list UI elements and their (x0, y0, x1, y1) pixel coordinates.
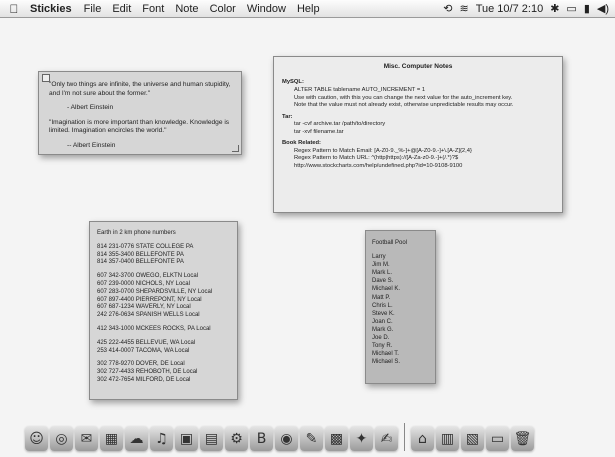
volume-icon[interactable]: ◀) (597, 2, 609, 15)
section-heading: MySQL: (282, 79, 304, 86)
pool-name: Michael K. (372, 286, 401, 293)
resize-handle[interactable] (232, 145, 239, 152)
trash-icon[interactable]: 🗑 (511, 426, 534, 451)
menu-app-name[interactable]: Stickies (30, 3, 72, 15)
phone-entry: 607 283-0700 SHEPARDSVILLE, NY Local (97, 288, 213, 295)
mail-icon[interactable]: ✉ (75, 426, 98, 451)
section-heading: Tar: (282, 113, 293, 120)
note-line: tar -xvf filename.tar (294, 128, 344, 135)
pool-name: Chris L. (372, 302, 393, 309)
sticky-note-computer-notes[interactable]: Misc. Computer Notes MySQL: ALTER TABLE … (273, 56, 563, 213)
pool-name: Matt P. (372, 294, 391, 301)
pool-name: Joan C. (372, 318, 393, 325)
sticky-note-quotes[interactable]: "Only two things are infinite, the unive… (38, 71, 242, 155)
utility-icon[interactable]: ✎ (300, 426, 323, 451)
phone-entry: 607 342-3700 OWEGO, ELKTN Local (97, 273, 199, 280)
menu-help[interactable]: Help (297, 3, 320, 15)
sync-icon[interactable]: ⟲ (443, 2, 452, 15)
pool-name: Steve K. (372, 310, 395, 317)
quote-attribution: - Albert Einstein (67, 104, 114, 112)
menu-bar:  Stickies File Edit Font Note Color Win… (0, 0, 615, 18)
folder-icon[interactable]: ▭ (486, 426, 509, 451)
pool-name: Larry (372, 254, 386, 261)
quote-attribution: -- Albert Einstein (67, 141, 116, 149)
pool-name: Michael T. (372, 351, 399, 358)
system-prefs-icon[interactable]: ⚙ (225, 426, 248, 451)
phone-entry: 607 897-4400 PIERREPONT, NY Local (97, 296, 202, 303)
dictionary-icon[interactable]: ✦ (350, 426, 373, 451)
close-icon[interactable] (42, 74, 50, 82)
battery-icon[interactable]: ▮ (584, 2, 590, 15)
photoshop-icon[interactable]: ▩ (325, 426, 348, 451)
note-line: Regex Pattern to Match Email: [A-Z0-9._%… (294, 147, 472, 154)
menu-font[interactable]: Font (142, 3, 164, 15)
ical-icon[interactable]: ▦ (100, 426, 123, 451)
phone-entry: 425 222-4455 BELLEVUE, WA Local (97, 339, 196, 346)
note-title: Football Pool (372, 240, 408, 246)
stickies-icon[interactable]: ✍ (375, 426, 398, 451)
phone-entry: 607 687-1234 WAVERLY, NY Local (97, 304, 191, 311)
pool-name: Mark G. (372, 326, 394, 333)
clock[interactable]: Tue 10/7 2:10 (476, 3, 543, 15)
menu-file[interactable]: File (84, 3, 102, 15)
pool-name: Tony R. (372, 343, 393, 350)
note-title: Earth in 2 km phone numbers (97, 230, 176, 236)
php-file-icon[interactable]: ▧ (461, 426, 484, 451)
home-folder-icon[interactable]: ⌂ (411, 426, 434, 451)
ichat-icon[interactable]: ☁ (125, 426, 148, 451)
bluetooth-icon[interactable]: ✱ (550, 2, 559, 15)
network-icon[interactable]: ◉ (275, 426, 298, 451)
note-line: tar -cvf archive.tar /path/to/directory (294, 121, 386, 128)
menu-window[interactable]: Window (247, 3, 286, 15)
bbedit-icon[interactable]: B (250, 426, 273, 451)
quote-text: "Imagination is more important than know… (49, 118, 230, 135)
dock: ☺ ◎ ✉ ▦ ☁ ♫ ▣ ▤ ⚙ B ◉ ✎ ▩ ✦ ✍ ⌂ ▥ ▧ ▭ 🗑 (25, 415, 602, 451)
pool-name: Mark L. (372, 270, 393, 277)
phone-entry: 253 414-0007 TACOMA, WA Local (97, 347, 190, 354)
note-line: Regex Pattern to Match URL: ^(http|https… (294, 155, 459, 162)
wifi-icon[interactable]: ≋ (459, 2, 468, 15)
sticky-note-phone-numbers[interactable]: Earth in 2 km phone numbers 814 231-0776… (89, 221, 238, 400)
note-line: Note that the value must not already exi… (294, 102, 514, 109)
phone-entry: 412 343-1000 MCKEES ROCKS, PA Local (97, 325, 211, 332)
phone-entry: 814 355-3400 BELLEFONTE PA (97, 251, 184, 258)
note-line: Use with caution, with this you can chan… (294, 94, 513, 101)
pool-name: Jim M. (372, 262, 390, 269)
note-line: http://www.stockcharts.com/help/undefine… (294, 162, 463, 169)
pool-name: Michael S. (372, 359, 401, 366)
menu-edit[interactable]: Edit (112, 3, 131, 15)
phone-entry: 242 276-0634 SPANISH WELLS Local (97, 312, 200, 319)
phone-entry: 607 239-0000 NICHOLS, NY Local (97, 280, 190, 287)
note-line: ALTER TABLE tablename AUTO_INCREMENT = 1 (294, 86, 426, 93)
section-heading: Book Related: (282, 140, 321, 147)
pool-name: Dave S. (372, 278, 394, 285)
finder-icon[interactable]: ☺ (25, 426, 48, 451)
apple-menu-icon[interactable]:  (6, 2, 22, 16)
itunes-icon[interactable]: ♫ (150, 426, 173, 451)
documents-icon[interactable]: ▥ (436, 426, 459, 451)
iphoto-icon[interactable]: ▣ (175, 426, 198, 451)
phone-entry: 302 778-9270 DOVER, DE Local (97, 361, 185, 368)
phone-entry: 302 472-7654 MILFORD, DE Local (97, 376, 191, 383)
display-icon[interactable]: ▭ (566, 2, 576, 15)
phone-entry: 814 231-0776 STATE COLLEGE PA (97, 243, 194, 250)
phone-entry: 302 727-4433 REHOBOTH, DE Local (97, 369, 198, 376)
phone-entry: 814 357-0400 BELLEFONTE PA (97, 259, 184, 266)
menu-extras: ⟲ ≋ Tue 10/7 2:10 ✱ ▭ ▮ ◀) (443, 2, 609, 16)
sticky-note-football-pool[interactable]: Football Pool Larry Jim M. Mark L. Dave … (365, 230, 436, 384)
preview-icon[interactable]: ▤ (200, 426, 223, 451)
dock-separator (404, 423, 405, 451)
pool-name: Joe D. (372, 335, 390, 342)
menu-note[interactable]: Note (175, 3, 198, 15)
menu-color[interactable]: Color (210, 3, 236, 15)
quote-text: "Only two things are infinite, the unive… (49, 81, 231, 97)
note-title: Misc. Computer Notes (383, 63, 453, 70)
safari-icon[interactable]: ◎ (50, 426, 73, 451)
